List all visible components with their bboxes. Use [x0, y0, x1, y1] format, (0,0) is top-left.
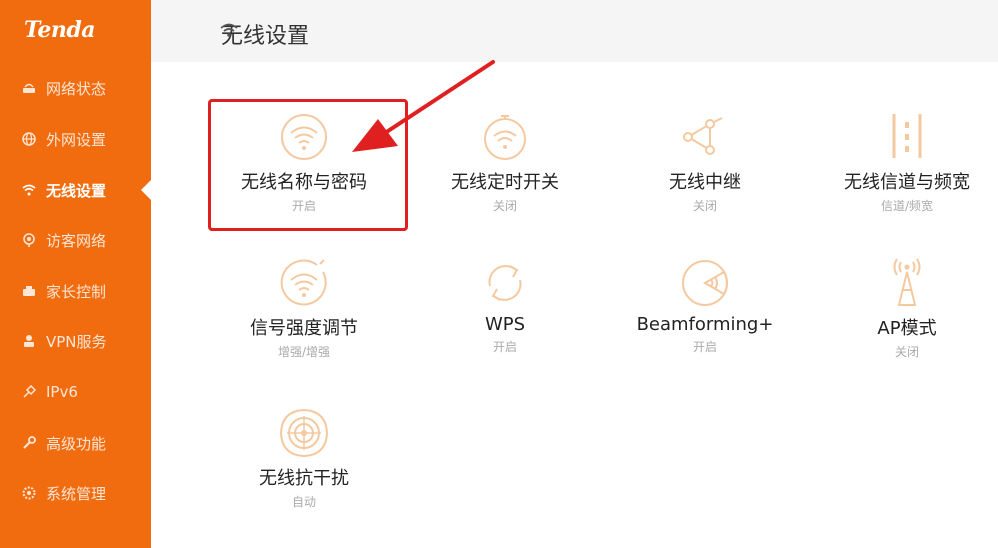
- sidebar-item-label: IPv6: [46, 383, 78, 401]
- sidebar-item-advanced[interactable]: 高级功能: [0, 418, 151, 468]
- tile-anti-interference[interactable]: 无线抗干扰 自动: [204, 408, 404, 510]
- anti-interference-icon: [279, 408, 329, 458]
- tile-wifi-repeater[interactable]: 无线中继 关闭: [605, 112, 805, 214]
- tile-beamforming[interactable]: Beamforming+ 开启: [605, 258, 805, 355]
- guest-icon: [22, 233, 36, 247]
- sidebar-item-guest-network[interactable]: 访客网络: [0, 215, 151, 265]
- wifi-icon: [22, 183, 36, 197]
- tile-wifi-schedule[interactable]: 无线定时开关 关闭: [405, 112, 605, 214]
- channel-icon: [892, 114, 922, 158]
- tile-name: AP模式: [877, 318, 937, 339]
- tile-status: 自动: [291, 495, 316, 509]
- tile-name: 无线中继: [669, 172, 741, 193]
- wps-icon: [488, 265, 522, 301]
- vpn-icon: [22, 334, 36, 348]
- tile-wifi-name-password[interactable]: 无线名称与密码 开启: [204, 112, 404, 214]
- sidebar-item-wan-settings[interactable]: 外网设置: [0, 114, 151, 164]
- sidebar-item-wireless-settings[interactable]: 无线设置: [0, 165, 151, 215]
- tile-ap-mode[interactable]: AP模式 关闭: [807, 258, 998, 360]
- sidebar-item-label: 外网设置: [46, 130, 107, 149]
- tile-name: 无线名称与密码: [241, 172, 367, 193]
- page-header: 无线设置: [151, 0, 998, 62]
- gear-icon: [22, 486, 36, 500]
- tile-channel-bandwidth[interactable]: 无线信道与频宽 信道/频宽: [807, 112, 998, 214]
- parental-icon: [22, 284, 36, 298]
- sidebar-item-vpn[interactable]: VPN服务: [0, 316, 151, 366]
- tile-status: 增强/增强: [277, 345, 331, 359]
- sidebar-item-label: VPN服务: [46, 332, 107, 351]
- sidebar-item-parental-control[interactable]: 家长控制: [0, 266, 151, 316]
- sidebar-item-label: 网络状态: [46, 79, 107, 98]
- wifi-icon: [220, 23, 238, 37]
- tile-status: 信道/频宽: [880, 199, 934, 213]
- tile-wps[interactable]: WPS 开启: [405, 258, 605, 355]
- sidebar-item-ipv6[interactable]: IPv6: [0, 367, 151, 417]
- router-icon: [22, 81, 36, 95]
- ipv6-icon: [22, 385, 36, 399]
- sidebar-item-label: 家长控制: [46, 282, 107, 301]
- sidebar-item-label: 系统管理: [46, 484, 107, 503]
- sidebar-item-label: 无线设置: [46, 181, 107, 200]
- sidebar-item-system[interactable]: 系统管理: [0, 468, 151, 518]
- tile-status: 关闭: [894, 345, 919, 359]
- tile-status: 开启: [291, 199, 316, 213]
- sidebar-item-label: 访客网络: [46, 231, 107, 250]
- signal-strength-icon: [280, 259, 327, 306]
- sidebar-item-label: 高级功能: [46, 434, 107, 453]
- relay-icon: [683, 117, 723, 155]
- tile-status: 开启: [492, 340, 517, 354]
- tenda-logo: Tenda: [24, 17, 95, 43]
- tile-signal-strength[interactable]: 信号强度调节 增强/增强: [204, 258, 404, 360]
- sidebar: Tenda 网络状态 外网设置 无线设置 访客网络 家长控制 VPN服务 IPv…: [0, 0, 151, 548]
- beamforming-icon: [682, 260, 728, 306]
- sidebar-item-network-status[interactable]: 网络状态: [0, 63, 151, 113]
- active-indicator: [141, 180, 151, 200]
- tile-name: WPS: [484, 314, 526, 335]
- tile-name: Beamforming+: [636, 314, 774, 335]
- tile-status: 开启: [692, 340, 717, 354]
- tile-status: 关闭: [692, 199, 717, 213]
- settings-grid: 无线名称与密码 开启 无线定时开关 关闭 无线中继 关闭 无线信道与频宽 信道/…: [151, 62, 998, 548]
- tile-status: 关闭: [492, 199, 517, 213]
- wifi-icon: [281, 114, 327, 160]
- tile-name: 无线抗干扰: [259, 468, 349, 489]
- tile-name: 无线信道与频宽: [844, 172, 970, 193]
- tile-name: 信号强度调节: [250, 318, 358, 339]
- wrench-icon: [22, 436, 36, 450]
- globe-icon: [22, 132, 36, 146]
- wifi-timer-icon: [484, 115, 526, 160]
- antenna-icon: [893, 258, 921, 306]
- tile-name: 无线定时开关: [451, 172, 559, 193]
